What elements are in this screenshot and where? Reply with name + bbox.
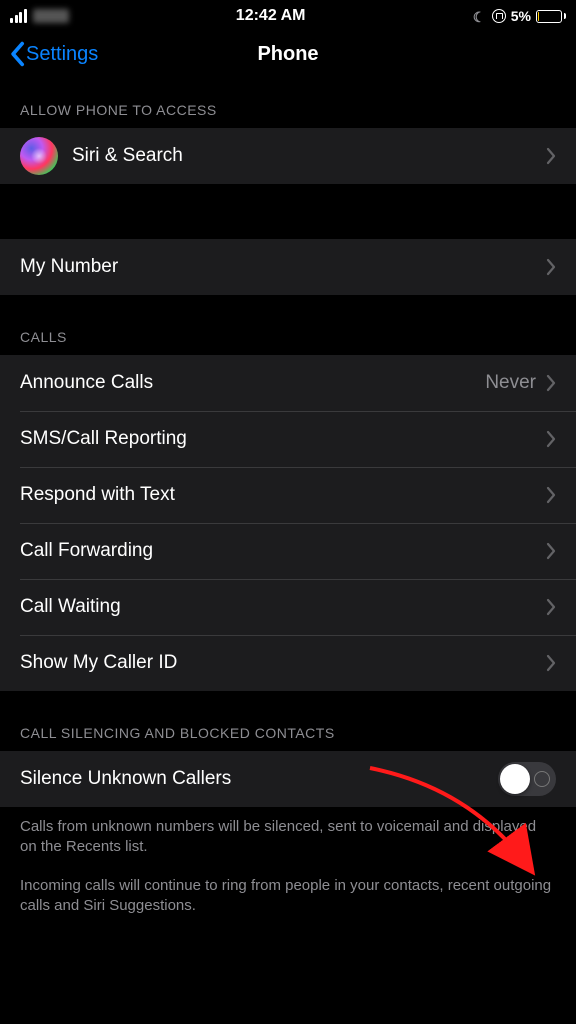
chevron-right-icon [546,654,556,672]
chevron-right-icon [546,374,556,392]
announce-calls-label: Announce Calls [20,372,153,394]
row-respond-with-text[interactable]: Respond with Text [0,467,576,523]
row-call-waiting[interactable]: Call Waiting [0,579,576,635]
silence-unknown-toggle[interactable] [498,762,556,796]
row-call-forwarding[interactable]: Call Forwarding [0,523,576,579]
chevron-right-icon [546,598,556,616]
chevron-right-icon [546,258,556,276]
group-access: Siri & Search [0,128,576,184]
chevron-left-icon [8,41,26,67]
siri-label: Siri & Search [72,145,183,167]
section-header-calls: CALLS [0,295,576,355]
group-my-number: My Number [0,239,576,295]
chevron-right-icon [546,486,556,504]
row-caller-id[interactable]: Show My Caller ID [0,635,576,691]
nav-bar: Settings Phone [0,28,576,80]
silence-unknown-label: Silence Unknown Callers [20,768,231,790]
my-number-label: My Number [20,256,118,278]
announce-calls-value: Never [485,372,536,394]
back-label: Settings [26,43,98,66]
back-button[interactable]: Settings [8,41,98,67]
chevron-right-icon [546,542,556,560]
section-header-access: ALLOW PHONE TO ACCESS [0,80,576,128]
chevron-right-icon [546,430,556,448]
status-right: 5% [473,8,566,24]
section-header-silencing: CALL SILENCING AND BLOCKED CONTACTS [0,691,576,751]
call-waiting-label: Call Waiting [20,596,121,618]
battery-percent: 5% [511,8,531,24]
toggle-knob [500,764,530,794]
respond-text-label: Respond with Text [20,484,175,506]
silence-footer-2: Incoming calls will continue to ring fro… [0,858,576,917]
chevron-right-icon [546,147,556,165]
row-silence-unknown[interactable]: Silence Unknown Callers [0,751,576,807]
page-title: Phone [257,43,318,66]
row-sms-reporting[interactable]: SMS/Call Reporting [0,411,576,467]
battery-icon [536,10,566,23]
caller-id-label: Show My Caller ID [20,652,177,674]
call-forwarding-label: Call Forwarding [20,540,153,562]
row-siri-search[interactable]: Siri & Search [0,128,576,184]
orientation-lock-icon [492,9,506,23]
silence-footer-1: Calls from unknown numbers will be silen… [0,807,576,858]
status-time: 12:42 AM [236,7,306,25]
sms-reporting-label: SMS/Call Reporting [20,428,187,450]
siri-icon [20,137,58,175]
toggle-off-indicator [534,771,550,787]
status-bar: 12:42 AM 5% [0,0,576,28]
carrier-redacted [33,9,69,23]
row-my-number[interactable]: My Number [0,239,576,295]
group-calls: Announce Calls Never SMS/Call Reporting … [0,355,576,691]
status-left [10,9,69,23]
cellular-signal-icon [10,9,27,23]
group-silencing: Silence Unknown Callers [0,751,576,807]
do-not-disturb-icon [473,9,487,23]
row-announce-calls[interactable]: Announce Calls Never [0,355,576,411]
